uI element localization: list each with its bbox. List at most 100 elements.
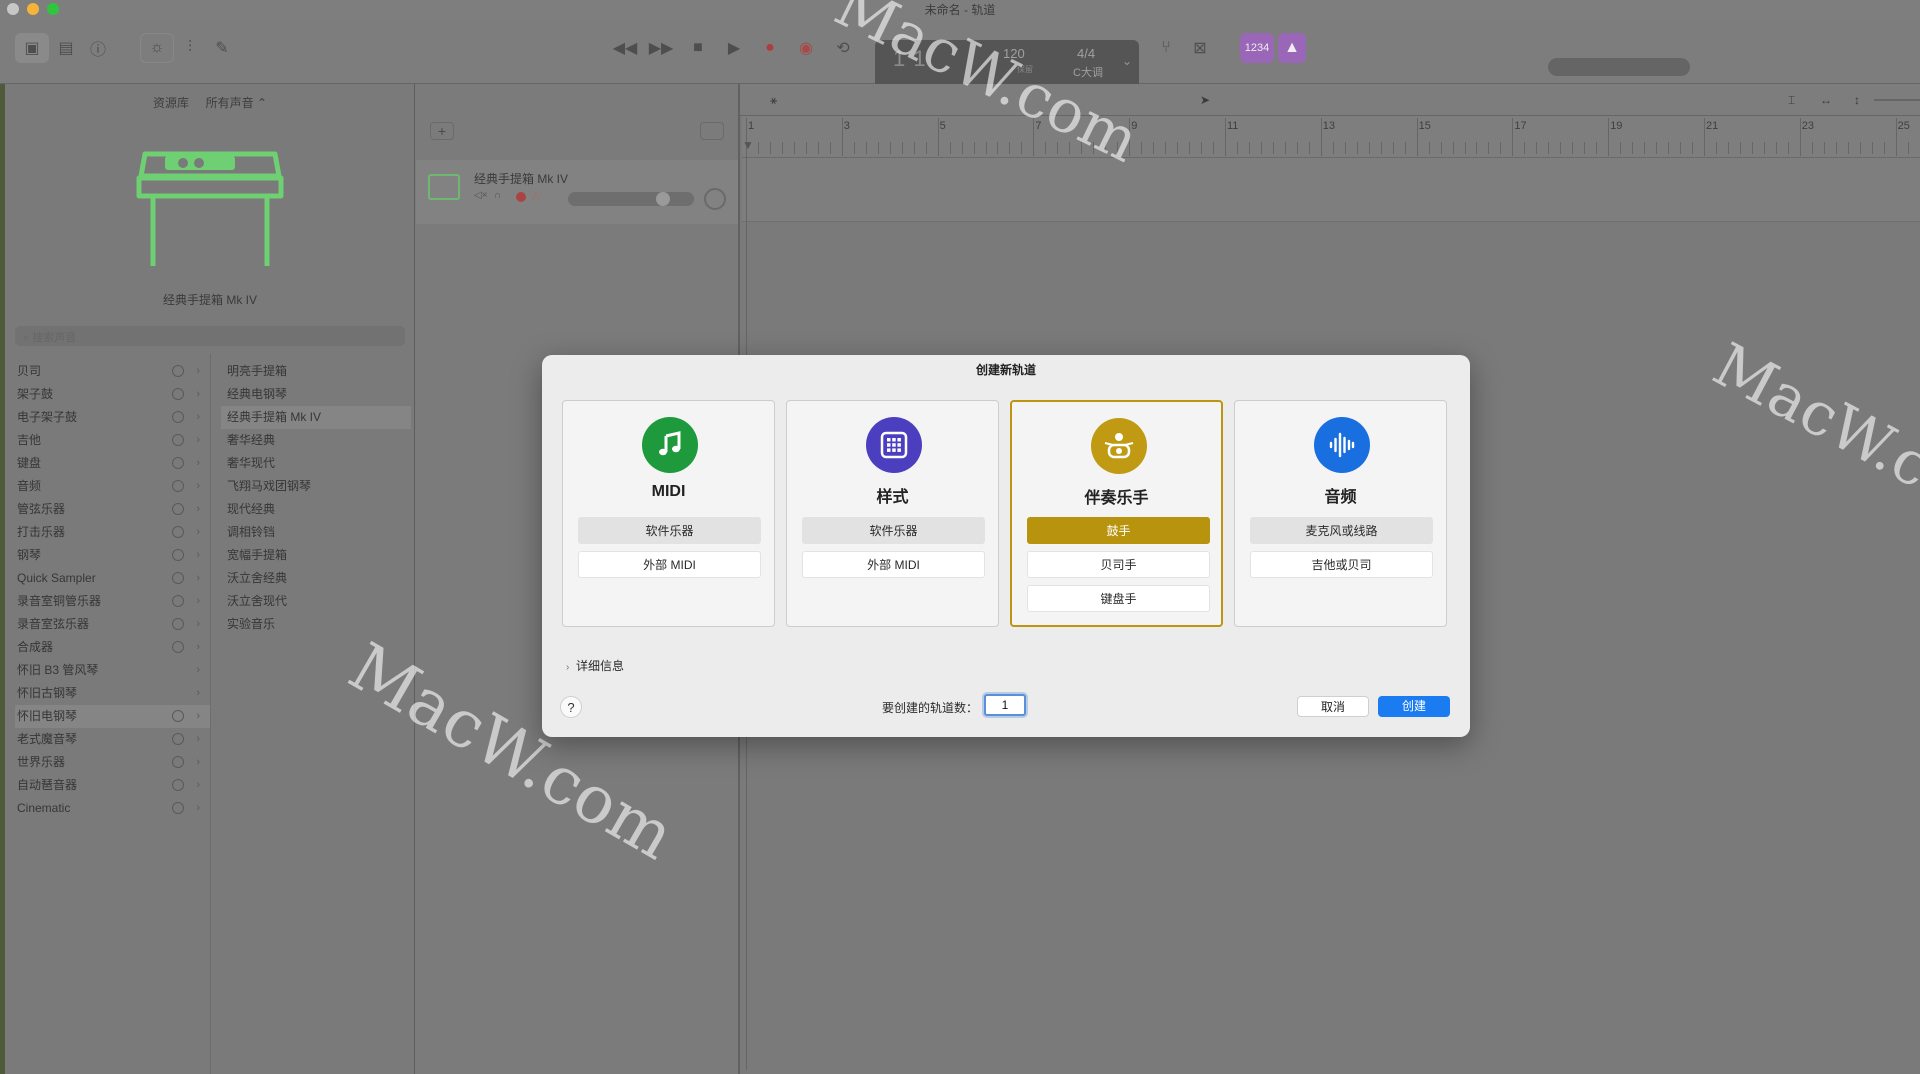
metronome-button[interactable]: ▲ (1278, 33, 1306, 63)
download-icon[interactable] (172, 503, 184, 515)
quick-help-button[interactable]: ⓘ (84, 33, 112, 63)
library-category-item[interactable]: 怀旧古钢琴 › (15, 682, 210, 705)
download-icon[interactable] (172, 365, 184, 377)
create-button[interactable]: 创建 (1378, 696, 1450, 717)
option-keyboard-player[interactable]: 键盘手 (1027, 585, 1210, 612)
rewind-button[interactable]: ◀◀ (610, 33, 640, 63)
download-icon[interactable] (172, 641, 184, 653)
snap-icon[interactable]: ⚹ (770, 93, 777, 108)
headphones-icon[interactable]: ∩ (494, 190, 501, 201)
library-patch-item[interactable]: 经典手提箱 Mk IV (221, 406, 411, 429)
volume-slider-knob[interactable] (656, 192, 670, 206)
fast-forward-button[interactable]: ▶▶ (646, 33, 676, 63)
pan-knob[interactable] (704, 188, 726, 210)
library-category-item[interactable]: Quick Sampler › (15, 567, 210, 590)
library-category-item[interactable]: 打击乐器 › (15, 521, 210, 544)
download-icon[interactable] (172, 802, 184, 814)
count-in-button[interactable]: 1234 (1240, 33, 1274, 63)
download-icon[interactable] (172, 733, 184, 745)
download-icon[interactable] (172, 779, 184, 791)
record-enable-icon[interactable] (516, 192, 526, 202)
download-icon[interactable] (172, 618, 184, 630)
cancel-button[interactable]: 取消 (1297, 696, 1369, 717)
zoom-slider[interactable] (1874, 99, 1920, 101)
playhead-handle-icon[interactable]: ▼ (742, 138, 754, 152)
library-category-item[interactable]: 合成器 › (15, 636, 210, 659)
stop-button[interactable]: ■ (684, 33, 712, 63)
smart-controls-button[interactable]: ☼ (140, 33, 174, 63)
chevron-down-icon[interactable]: ⌄ (1122, 54, 1132, 68)
option-drummer[interactable]: 鼓手 (1027, 517, 1210, 544)
track-type-card-midi[interactable]: MIDI 软件乐器 外部 MIDI (562, 400, 775, 627)
download-icon[interactable] (172, 411, 184, 423)
track-type-card-session-player[interactable]: 伴奏乐手 鼓手 贝司手 键盘手 (1010, 400, 1223, 627)
vertical-zoom-icon[interactable]: ⌶ (1788, 93, 1795, 108)
mixer-button[interactable]: ⫶ (176, 33, 204, 63)
library-patch-item[interactable]: 飞翔马戏团钢琴 (221, 475, 411, 498)
library-category-item[interactable]: 世界乐器 › (15, 751, 210, 774)
library-category-item[interactable]: 音频 › (15, 475, 210, 498)
library-patch-item[interactable]: 沃立舍现代 (221, 590, 411, 613)
horizontal-zoom-icon[interactable]: ↔ (1820, 93, 1832, 107)
library-category-item[interactable]: 管弦乐器 › (15, 498, 210, 521)
library-category-item[interactable]: 怀旧电钢琴 › (15, 705, 210, 728)
download-icon[interactable] (172, 549, 184, 561)
option-guitar-or-bass[interactable]: 吉他或贝司 (1250, 551, 1433, 578)
library-patch-item[interactable]: 奢华现代 (221, 452, 411, 475)
library-category-item[interactable]: 贝司 › (15, 360, 210, 383)
download-icon[interactable] (172, 756, 184, 768)
library-patch-item[interactable]: 宽幅手提箱 (221, 544, 411, 567)
track-row[interactable]: 经典手提箱 Mk IV ◁× ∩ △ (416, 160, 738, 224)
library-patch-item[interactable]: 奢华经典 (221, 429, 411, 452)
add-track-button[interactable]: + (430, 122, 454, 140)
details-disclosure[interactable]: › 详细信息 (566, 657, 624, 674)
option-software-instrument[interactable]: 软件乐器 (578, 517, 761, 544)
track-type-card-audio[interactable]: 音频 麦克风或线路 吉他或贝司 (1234, 400, 1447, 627)
inspector-button[interactable]: ▤ (52, 33, 80, 63)
library-toggle-button[interactable]: ▣ (15, 33, 49, 63)
tuner-button[interactable]: ⑂ (1152, 33, 1180, 63)
library-category-item[interactable]: 电子架子鼓 › (15, 406, 210, 429)
library-category-item[interactable]: 钢琴 › (15, 544, 210, 567)
option-software-instrument[interactable]: 软件乐器 (802, 517, 985, 544)
download-icon[interactable] (172, 457, 184, 469)
download-icon[interactable] (172, 434, 184, 446)
record-button[interactable]: ● (756, 33, 784, 63)
library-patch-item[interactable]: 明亮手提箱 (221, 360, 411, 383)
volume-slider[interactable] (568, 192, 694, 206)
track-lane[interactable] (742, 158, 1920, 222)
track-count-input[interactable] (984, 694, 1026, 716)
option-external-midi[interactable]: 外部 MIDI (802, 551, 985, 578)
global-tracks-button[interactable] (700, 122, 724, 140)
download-icon[interactable] (172, 388, 184, 400)
download-icon[interactable] (172, 595, 184, 607)
track-name[interactable]: 经典手提箱 Mk IV (474, 170, 568, 187)
library-search-input[interactable]: ⌕ 搜索声音 (15, 326, 405, 346)
mute-icon[interactable]: ◁× (474, 190, 488, 201)
library-category-item[interactable]: 架子鼓 › (15, 383, 210, 406)
option-bass-player[interactable]: 贝司手 (1027, 551, 1210, 578)
help-button[interactable]: ? (560, 696, 582, 718)
download-icon[interactable] (172, 572, 184, 584)
library-category-item[interactable]: 键盘 › (15, 452, 210, 475)
editors-button[interactable]: ✎ (208, 33, 236, 63)
option-microphone-or-line[interactable]: 麦克风或线路 (1250, 517, 1433, 544)
library-category-item[interactable]: Cinematic › (15, 797, 210, 820)
library-category-item[interactable]: 录音室铜管乐器 › (15, 590, 210, 613)
library-patch-item[interactable]: 经典电钢琴 (221, 383, 411, 406)
library-filter[interactable]: 所有声音 ⌃ (206, 96, 267, 110)
library-category-item[interactable]: 怀旧 B3 管风琴 › (15, 659, 210, 682)
zoom-slider-icon[interactable]: ↕ (1854, 93, 1860, 107)
library-patch-item[interactable]: 调相铃铛 (221, 521, 411, 544)
pointer-tool-icon[interactable]: ➤ (1200, 93, 1210, 107)
library-patch-item[interactable]: 现代经典 (221, 498, 411, 521)
solo-button[interactable]: ⊠ (1186, 33, 1214, 63)
download-icon[interactable] (172, 710, 184, 722)
download-icon[interactable] (172, 480, 184, 492)
library-category-item[interactable]: 自动琶音器 › (15, 774, 210, 797)
option-external-midi[interactable]: 外部 MIDI (578, 551, 761, 578)
library-category-item[interactable]: 录音室弦乐器 › (15, 613, 210, 636)
library-patch-item[interactable]: 沃立舍经典 (221, 567, 411, 590)
input-monitor-icon[interactable]: △ (532, 190, 540, 201)
library-category-item[interactable]: 老式魔音琴 › (15, 728, 210, 751)
